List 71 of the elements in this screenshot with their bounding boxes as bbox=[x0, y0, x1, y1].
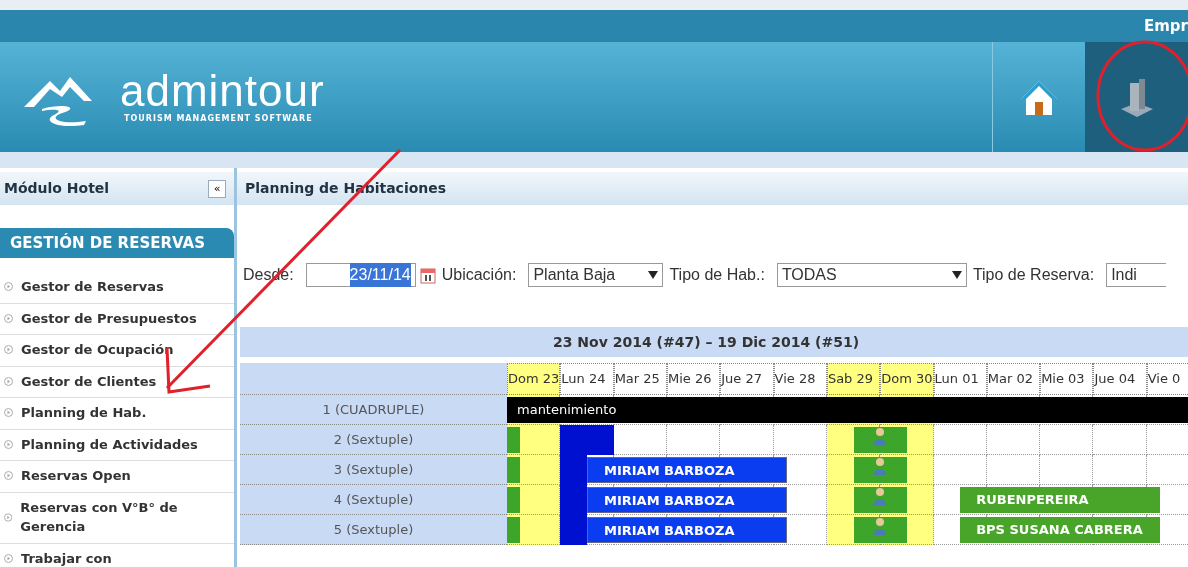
date-range: 23 Nov 2014 (#47) – 19 Dic 2014 (#51) bbox=[553, 332, 860, 352]
dropdown[interactable]: Indi bbox=[1106, 263, 1167, 287]
day-header: Dom 30 bbox=[880, 363, 934, 395]
logo-text: admintour bbox=[120, 69, 325, 113]
filter-label: Tipo de Hab.: bbox=[669, 265, 765, 285]
person-icon bbox=[873, 517, 888, 535]
grid-cell bbox=[986, 455, 1041, 485]
day-header: Vie 0 bbox=[1146, 363, 1188, 395]
day-header: Dom 23 bbox=[507, 363, 561, 395]
logo-tagline: TOURISM MANAGEMENT SOFTWARE bbox=[124, 113, 314, 125]
caret-icon bbox=[951, 271, 962, 279]
grid-cell bbox=[1040, 425, 1094, 455]
room-label: 2 (Sextuple) bbox=[240, 425, 507, 455]
day-header: Jue 27 bbox=[720, 363, 774, 395]
reservation-bar[interactable]: MIRIAM BARBOZA bbox=[586, 487, 787, 513]
bullet-icon bbox=[4, 553, 13, 563]
date-field[interactable]: 23/11/14 bbox=[305, 263, 416, 287]
day-header: Vie 28 bbox=[773, 363, 827, 395]
day-header: Mie 26 bbox=[666, 363, 721, 395]
dropdown[interactable]: Planta Baja bbox=[528, 263, 664, 287]
filter-label: Tipo de Reserva: bbox=[972, 265, 1095, 285]
grid-cell bbox=[1093, 455, 1147, 485]
bullet-icon bbox=[4, 439, 13, 449]
grid-cell bbox=[720, 425, 774, 455]
reservation-bar[interactable]: MIRIAM BARBOZA bbox=[586, 457, 787, 483]
bullet-icon bbox=[4, 512, 13, 522]
caret-icon bbox=[648, 271, 659, 279]
grid-cell bbox=[1093, 425, 1147, 455]
dropdown[interactable]: TODAS bbox=[776, 263, 967, 287]
sidebar-title: Módulo Hotel bbox=[4, 179, 110, 198]
person-icon bbox=[873, 427, 888, 445]
grid-cell bbox=[1040, 455, 1094, 485]
booking-block[interactable] bbox=[507, 517, 521, 543]
booking-block[interactable] bbox=[507, 427, 521, 453]
bullet-icon bbox=[4, 345, 13, 355]
grid-cell bbox=[933, 425, 987, 455]
grid-cell bbox=[986, 425, 1041, 455]
guest-booking[interactable] bbox=[853, 427, 907, 453]
bullet-icon bbox=[4, 282, 13, 292]
room-label: 3 (Sextuple) bbox=[240, 455, 507, 485]
booking-block[interactable] bbox=[507, 487, 521, 513]
reservation-bar[interactable]: MIRIAM BARBOZA bbox=[586, 517, 787, 543]
booking-block[interactable] bbox=[507, 457, 521, 483]
person-icon bbox=[873, 487, 888, 505]
day-header: Mar 02 bbox=[986, 363, 1041, 395]
bullet-icon bbox=[4, 376, 13, 386]
guest-booking[interactable] bbox=[853, 457, 907, 483]
room-label: 4 (Sextuple) bbox=[240, 485, 507, 515]
day-header: Mie 03 bbox=[1040, 363, 1094, 395]
guest-booking[interactable] bbox=[853, 487, 907, 513]
grid-cell bbox=[933, 455, 987, 485]
day-header: Lun 24 bbox=[560, 363, 614, 395]
day-header: Jue 04 bbox=[1093, 363, 1147, 395]
grid-cell bbox=[773, 425, 827, 455]
day-header: Sab 29 bbox=[826, 363, 881, 395]
calendar-icon[interactable] bbox=[419, 266, 436, 284]
collapse-button[interactable]: « bbox=[208, 179, 226, 198]
bullet-icon bbox=[4, 408, 13, 418]
grid-cell bbox=[666, 425, 721, 455]
day-header: Lun 01 bbox=[933, 363, 987, 395]
room-label: 1 (CUADRUPLE) bbox=[240, 395, 507, 425]
room-label: 5 (Sextuple) bbox=[240, 515, 507, 545]
company-label: Empr bbox=[1144, 15, 1188, 37]
section-title: GESTIÓN DE RESERVAS bbox=[10, 232, 206, 254]
maintenance-bar[interactable]: mantenimiento bbox=[507, 397, 1188, 423]
day-header: Mar 25 bbox=[613, 363, 667, 395]
filter-label: Ubicación: bbox=[441, 265, 517, 285]
bullet-icon bbox=[4, 313, 13, 323]
guest-booking[interactable] bbox=[853, 517, 907, 543]
bullet-icon bbox=[4, 471, 13, 481]
person-icon bbox=[873, 457, 888, 475]
